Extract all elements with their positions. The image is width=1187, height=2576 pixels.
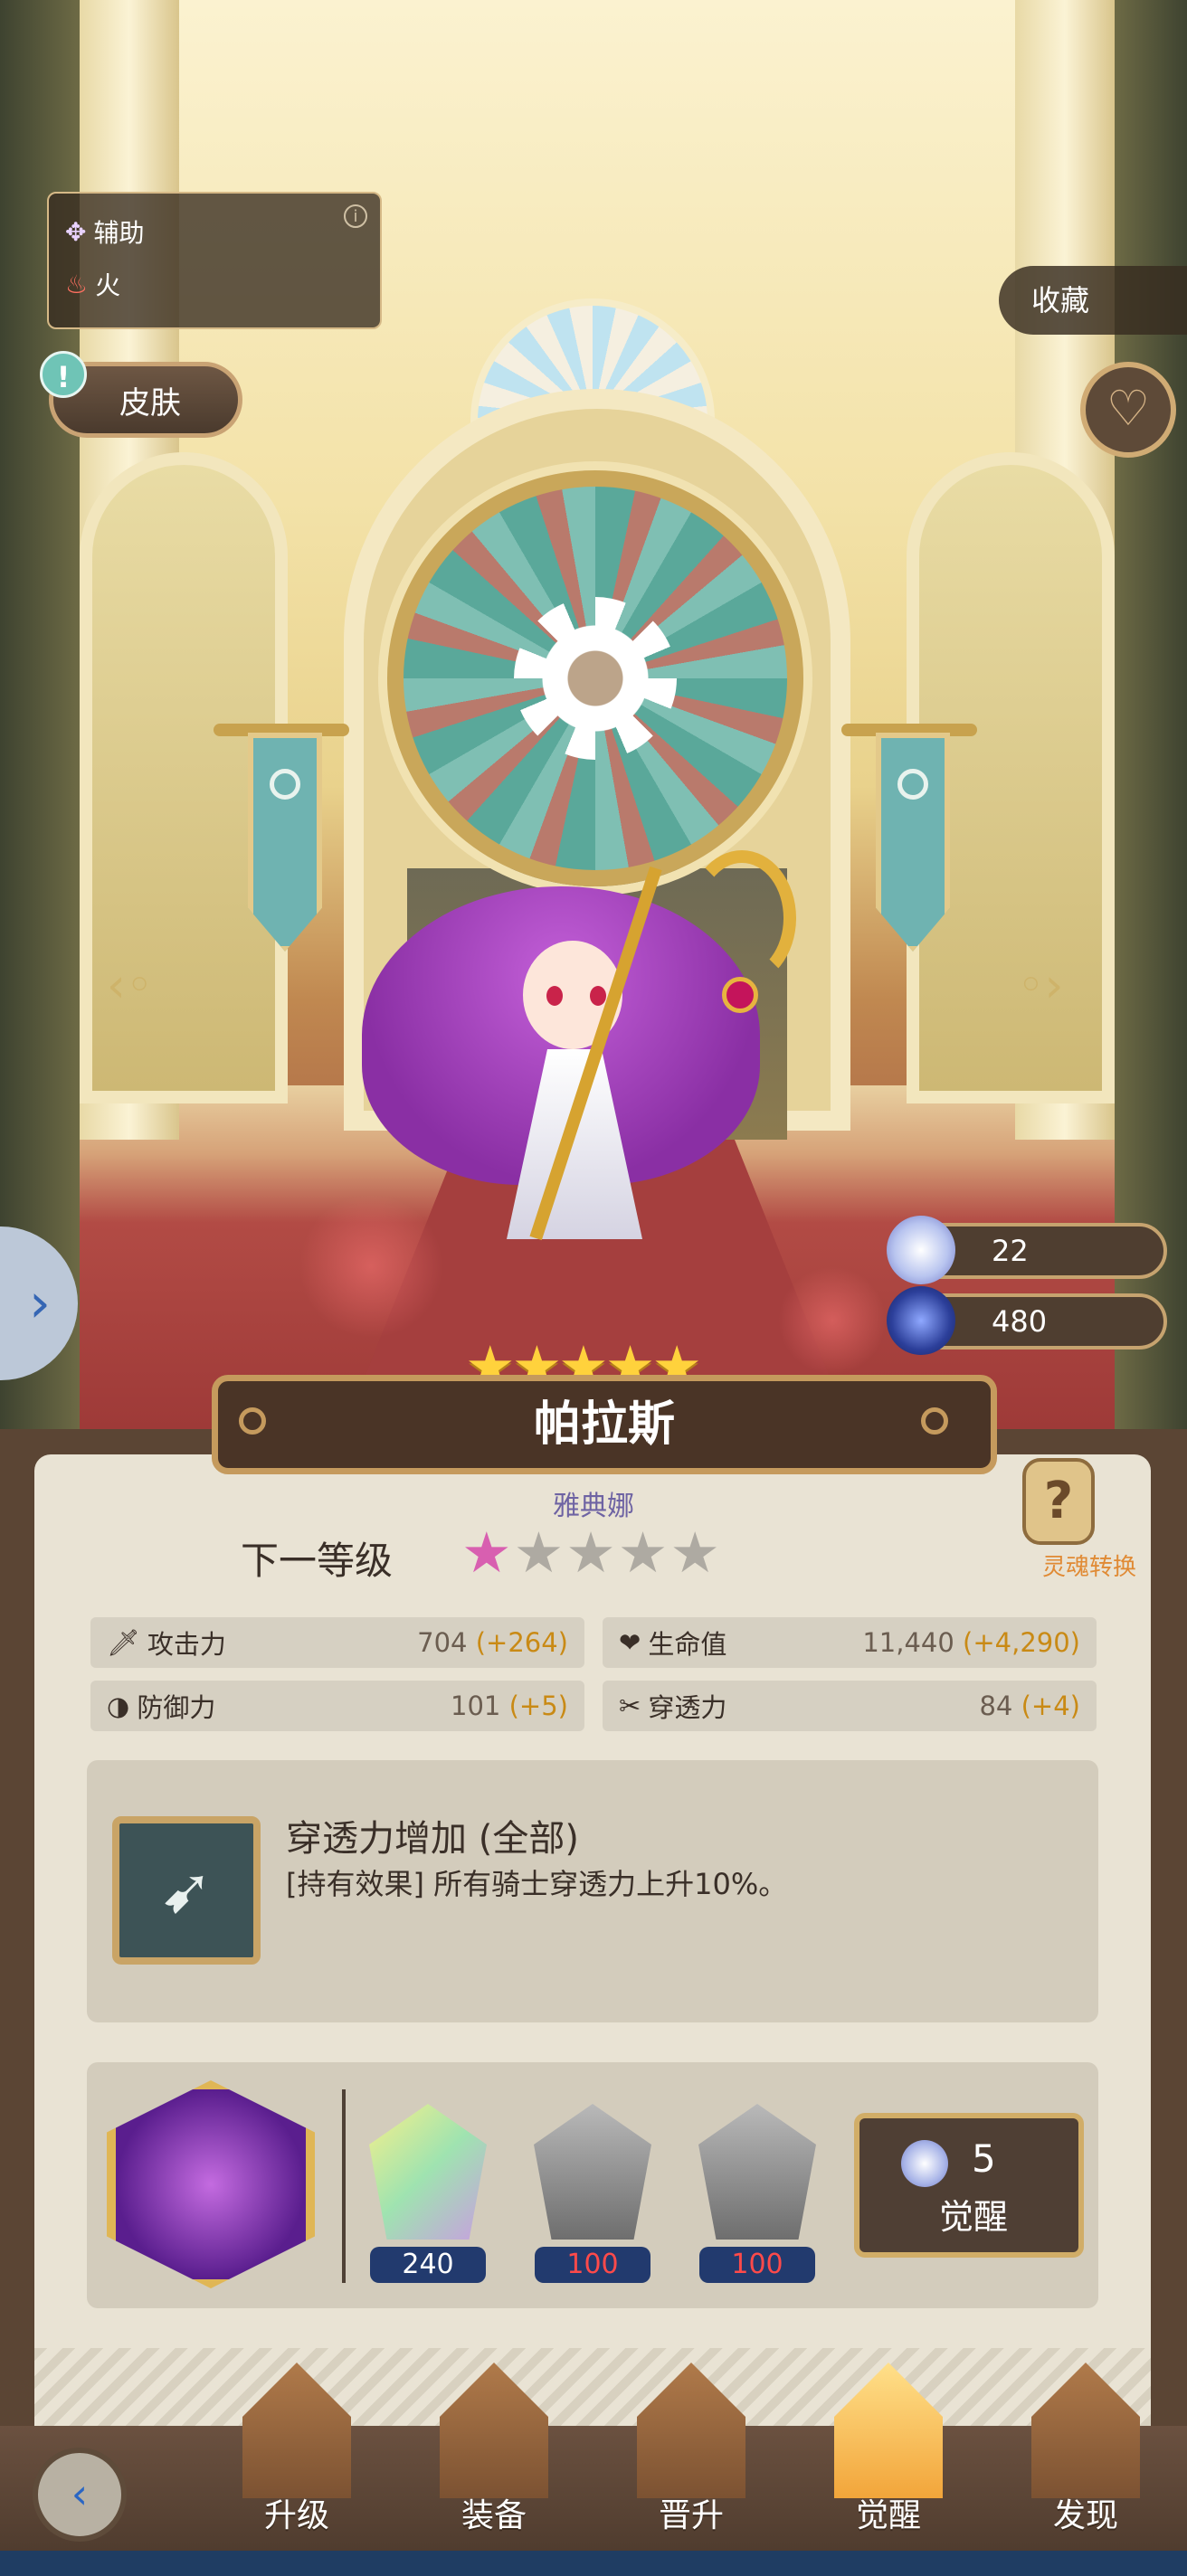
resource-value: 480: [992, 1304, 1048, 1339]
upgrade-icon: [242, 2363, 351, 2498]
nav-label: 觉醒: [855, 2497, 921, 2534]
stat-attack: 🗡 攻击力 704 (+264): [90, 1617, 584, 1668]
material-count: 240: [370, 2247, 486, 2283]
prev-skin-arrow-icon[interactable]: ‹◦: [107, 959, 153, 1013]
sword-icon: 🗡: [107, 1626, 140, 1658]
glow: [299, 1194, 443, 1339]
nav-item-discover[interactable]: 发现: [1013, 2363, 1158, 2543]
resource-value: 22: [992, 1234, 1029, 1268]
nav-item-promote[interactable]: 晋升: [619, 2363, 764, 2543]
role-label: 辅助: [93, 218, 145, 248]
awaken-button[interactable]: 5 觉醒: [854, 2113, 1084, 2258]
next-skin-arrow-icon[interactable]: ◦›: [1017, 959, 1063, 1013]
skill-description: [持有效果] 所有骑士穿透力上升10%。: [286, 1867, 788, 1901]
resource-crystal[interactable]: 22: [887, 1216, 1167, 1284]
awaken-cost: 5: [972, 2136, 996, 2181]
skill-title: 穿透力增加 (全部): [286, 1818, 579, 1860]
hero-eye: [590, 986, 606, 1006]
star-empty-icon: ★: [669, 1520, 722, 1586]
pierce-skill-icon[interactable]: ➹: [112, 1816, 261, 1965]
soul-convert-label: 灵魂转换: [1042, 1554, 1137, 1581]
hero-eye: [546, 986, 563, 1006]
material-count: 100: [535, 2247, 650, 2283]
star-filled-icon: ★: [461, 1520, 514, 1586]
collect-label: 收藏: [1031, 283, 1090, 317]
staff-moon: [688, 850, 796, 986]
collect-button[interactable]: 收藏: [999, 266, 1187, 335]
next-level-stars: ★★★★★: [461, 1520, 722, 1586]
blue-gem-icon: [887, 1286, 955, 1355]
skin-label: 皮肤: [119, 384, 181, 421]
stat-bonus: (+4,290): [963, 1627, 1080, 1658]
soul-convert-button[interactable]: ? 灵魂转换: [1015, 1458, 1151, 1585]
awaken-label: 觉醒: [939, 2197, 1009, 2237]
hero-info-box: ✥ 辅助 ♨ 火 i: [47, 192, 382, 329]
stat-bonus: (+5): [508, 1690, 568, 1721]
stat-pierce: ✂ 穿透力 84 (+4): [603, 1681, 1097, 1731]
nav-item-upgrade[interactable]: 升级: [224, 2363, 369, 2543]
cog-icon: [239, 1407, 266, 1435]
shield-icon: ◑: [107, 1690, 130, 1721]
glow: [778, 1266, 887, 1375]
stat-value: 84: [979, 1690, 1013, 1721]
stat-bonus: (+264): [475, 1627, 568, 1658]
stat-label: 生命值: [648, 1629, 727, 1660]
nav-item-awaken[interactable]: 觉醒: [816, 2363, 961, 2543]
nav-label: 升级: [263, 2497, 329, 2534]
fire-icon: ♨: [65, 269, 89, 299]
question-icon: ?: [1022, 1458, 1095, 1545]
star-icon: [637, 2363, 745, 2498]
element-label: 火: [95, 270, 121, 300]
nav-label: 晋升: [658, 2497, 724, 2534]
support-icon: ✥: [65, 216, 87, 247]
star-empty-icon: ★: [513, 1520, 566, 1586]
pierce-icon: ✂: [619, 1690, 641, 1721]
resource-blue-gem[interactable]: 480: [887, 1286, 1167, 1355]
crystal-icon: [901, 2140, 948, 2187]
wall-right: [1115, 0, 1187, 1429]
banner-left: [248, 733, 322, 952]
nav-bottom-strip: [0, 2551, 1187, 2576]
stat-bonus: (+4): [1021, 1690, 1080, 1721]
divider: [342, 2089, 346, 2283]
element-row: ♨ 火: [65, 266, 120, 302]
hero-name-plate: 帕拉斯: [212, 1375, 997, 1474]
shield-icon: [440, 2363, 548, 2498]
alert-icon: !: [40, 351, 87, 398]
stat-label: 防御力: [137, 1692, 216, 1723]
star-empty-icon: ★: [617, 1520, 670, 1586]
gear-emblem: [514, 597, 677, 760]
hero-name: 帕拉斯: [533, 1397, 675, 1452]
panel-footer-pattern: [34, 2348, 1151, 2431]
stat-defense: ◑ 防御力 101 (+5): [90, 1681, 584, 1731]
star-empty-icon: ★: [565, 1520, 618, 1586]
next-level-label: 下一等级: [241, 1539, 394, 1583]
material-count: 100: [699, 2247, 815, 2283]
sparkle-icon: [834, 2363, 943, 2498]
info-icon[interactable]: i: [344, 204, 367, 228]
role-row: ✥ 辅助: [65, 213, 144, 250]
stat-label: 穿透力: [648, 1692, 727, 1723]
nav-label: 装备: [461, 2497, 527, 2534]
back-icon[interactable]: ‹: [33, 2448, 127, 2542]
stat-value: 11,440: [862, 1627, 954, 1658]
staff-gem: [722, 977, 758, 1013]
stat-hp: ❤ 生命值 11,440 (+4,290): [603, 1617, 1097, 1668]
stat-label: 攻击力: [147, 1629, 226, 1660]
stat-value: 704: [417, 1627, 468, 1658]
compass-icon: [1031, 2363, 1140, 2498]
nav-label: 发现: [1052, 2497, 1118, 2534]
banner-right: [876, 733, 950, 952]
hero-subname: 雅典娜: [553, 1491, 634, 1522]
heart-shield-icon: ❤: [619, 1627, 641, 1658]
heart-icon[interactable]: ♡: [1080, 362, 1176, 458]
crystal-icon: [887, 1216, 955, 1284]
cog-icon: [921, 1407, 948, 1435]
stat-value: 101: [451, 1690, 501, 1721]
nav-item-equipment[interactable]: 装备: [422, 2363, 566, 2543]
